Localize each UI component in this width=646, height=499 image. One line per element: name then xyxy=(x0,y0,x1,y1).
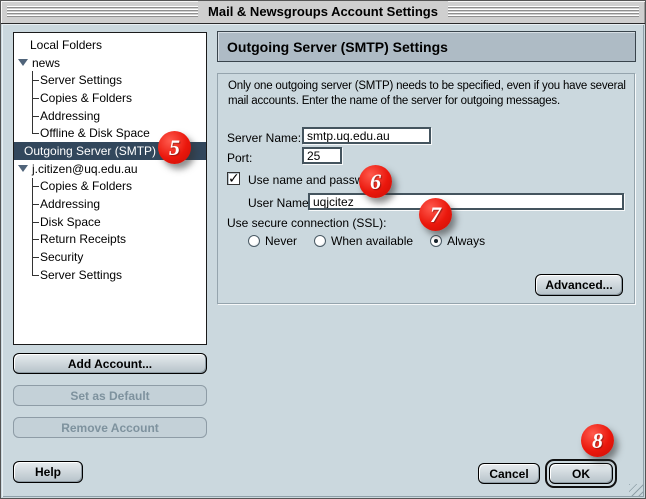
remove-account-button[interactable]: Remove Account xyxy=(13,417,207,438)
tree-item-label: Outgoing Server (SMTP) xyxy=(24,144,156,158)
tree-item[interactable]: Disk Space xyxy=(14,213,206,231)
ssl-label: Use secure connection (SSL): xyxy=(227,216,386,230)
tree-item-label: Copies & Folders xyxy=(40,179,132,193)
add-account-button[interactable]: Add Account... xyxy=(13,353,207,374)
ok-default-ring: OK xyxy=(545,459,617,488)
radio-label: Always xyxy=(447,234,485,248)
tree-item[interactable]: Server Settings xyxy=(14,71,206,89)
tree-item[interactable]: Return Receipts xyxy=(14,231,206,249)
panel-description-line: mail accounts. Enter the name of the ser… xyxy=(228,94,630,109)
title-bar[interactable]: Mail & Newsgroups Account Settings xyxy=(1,1,645,24)
callout-badge-6: 6 xyxy=(359,165,392,198)
tree-item-label: Copies & Folders xyxy=(40,91,132,105)
user-name-input[interactable] xyxy=(308,193,624,210)
disclosure-triangle-icon[interactable] xyxy=(18,165,28,172)
tree-item-label: Security xyxy=(40,250,83,264)
ssl-option-always[interactable]: Always xyxy=(430,234,485,248)
smtp-settings-group: Only one outgoing server (SMTP) needs to… xyxy=(217,73,635,304)
tree-item[interactable]: Addressing xyxy=(14,107,206,125)
tree-item[interactable]: Addressing xyxy=(14,195,206,213)
panel-description: Only one outgoing server (SMTP) needs to… xyxy=(228,79,630,109)
help-button[interactable]: Help xyxy=(13,461,83,483)
tree-item[interactable]: Local Folders xyxy=(14,36,206,54)
panel-header-title: Outgoing Server (SMTP) Settings xyxy=(227,39,448,55)
tree-item-label: Server Settings xyxy=(40,73,122,87)
user-name-label: User Name: xyxy=(248,196,312,210)
cancel-button[interactable]: Cancel xyxy=(478,463,540,484)
tree-item-label: Local Folders xyxy=(30,38,102,52)
tree-item-label: Offline & Disk Space xyxy=(40,126,150,140)
tree-item-label: Server Settings xyxy=(40,268,122,282)
panel-description-line: Only one outgoing server (SMTP) needs to… xyxy=(228,79,630,94)
port-input[interactable] xyxy=(302,147,342,164)
tree-item[interactable]: Security xyxy=(14,248,206,266)
radio-label: Never xyxy=(265,234,297,248)
ssl-option-when-available[interactable]: When available xyxy=(314,234,413,248)
tree-item-label: j.citizen@uq.edu.au xyxy=(32,162,138,176)
advanced-button[interactable]: Advanced... xyxy=(535,274,623,296)
disclosure-triangle-icon[interactable] xyxy=(18,59,28,66)
tree-item[interactable]: Copies & Folders xyxy=(14,178,206,196)
server-name-label: Server Name: xyxy=(227,131,301,145)
callout-badge-8: 8 xyxy=(581,424,614,457)
tree-item[interactable]: news xyxy=(14,54,206,72)
set-as-default-button[interactable]: Set as Default xyxy=(13,385,207,406)
tree-item-label: Return Receipts xyxy=(40,232,126,246)
use-name-password-checkbox[interactable] xyxy=(227,172,240,185)
tree-item-label: Disk Space xyxy=(40,215,101,229)
account-settings-dialog: Mail & Newsgroups Account Settings Local… xyxy=(0,0,646,499)
resize-grip-icon[interactable] xyxy=(629,484,644,497)
ssl-option-never[interactable]: Never xyxy=(248,234,297,248)
panel-header: Outgoing Server (SMTP) Settings xyxy=(217,31,636,62)
tree-item[interactable]: Copies & Folders xyxy=(14,89,206,107)
account-tree[interactable]: Local Folders news Server Settings Copies &… xyxy=(13,32,207,345)
port-label: Port: xyxy=(227,151,252,165)
tree-item-label: news xyxy=(32,56,60,70)
server-name-input[interactable] xyxy=(302,127,431,144)
callout-badge-5: 5 xyxy=(158,131,191,164)
window-title: Mail & Newsgroups Account Settings xyxy=(198,1,448,23)
tree-item-label: Addressing xyxy=(40,197,100,211)
ssl-options: Never When available Always xyxy=(248,234,485,248)
radio-icon[interactable] xyxy=(314,235,326,247)
callout-badge-7: 7 xyxy=(419,198,452,231)
tree-item[interactable]: Server Settings xyxy=(14,266,206,284)
tree-item-label: Addressing xyxy=(40,109,100,123)
radio-icon[interactable] xyxy=(430,235,442,247)
radio-icon[interactable] xyxy=(248,235,260,247)
ok-button[interactable]: OK xyxy=(549,463,613,484)
radio-label: When available xyxy=(331,234,413,248)
